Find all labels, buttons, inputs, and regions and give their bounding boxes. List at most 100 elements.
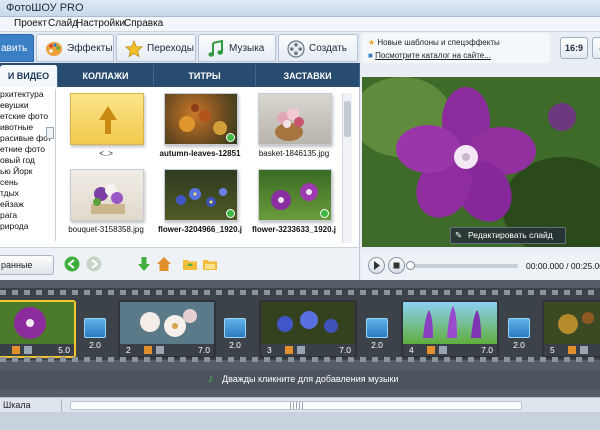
tab-add-label: авить [1, 43, 28, 54]
tab-music[interactable]: Музыка [198, 34, 276, 62]
file-item-up[interactable]: <..> [60, 91, 152, 167]
slide-thumbnail [261, 302, 355, 344]
folder-item[interactable]: рирода [0, 221, 55, 232]
slide-thumbnail [120, 302, 214, 344]
pencil-icon: ✎ [455, 230, 463, 240]
news-text: Новые шаблоны и спецэффекты [377, 38, 500, 47]
slide-thumbnail [0, 302, 74, 344]
folder-item[interactable]: ью Йорк [0, 166, 55, 177]
tab-intros[interactable]: ЗАСТАВКИ [256, 65, 360, 87]
transition-item[interactable]: 2.0 [82, 318, 108, 354]
timeline-slide[interactable]: 5.0 [0, 300, 76, 358]
title-bar: ФотоШОУ PRO [0, 0, 600, 17]
slide-number: 5 [550, 345, 555, 355]
transition-item[interactable]: 2.0 [222, 318, 248, 354]
catalog-link[interactable]: Посмотрите каталог на сайте... [375, 51, 491, 60]
sound-icon[interactable] [439, 346, 447, 354]
slide-preview: ✎ Редактировать слайд [362, 77, 600, 247]
transition-item[interactable]: 2.0 [364, 318, 390, 354]
timeline: 5.0 2.0 2 7.0 2.0 3 7.0 2.0 4 7.0 2.0 5 … [0, 280, 600, 397]
checkmark-icon [226, 133, 235, 142]
edit-pencil-icon[interactable] [285, 346, 293, 354]
menu-help[interactable]: Справка [124, 18, 163, 29]
scrollbar-thumb[interactable] [344, 101, 351, 137]
file-name: <..> [99, 149, 113, 158]
edit-pencil-icon[interactable] [427, 346, 435, 354]
folder-item[interactable]: етские фото [0, 111, 55, 122]
home-icon[interactable] [156, 256, 172, 272]
timeline-scrollbar[interactable] [70, 401, 522, 410]
sound-icon[interactable] [156, 346, 164, 354]
folder-item[interactable]: рхитектура [0, 89, 55, 100]
folder-item[interactable]: ейзаж [0, 199, 55, 210]
tab-titles[interactable]: ТИТРЫ [154, 65, 256, 87]
timeline-slide[interactable]: 3 7.0 [259, 300, 357, 358]
file-item[interactable]: basket-1846135.jpg [248, 91, 340, 167]
bottom-bar: Шкала времени [0, 397, 600, 423]
menu-project[interactable]: Проект [14, 18, 47, 29]
edit-slide-button[interactable]: ✎ Редактировать слайд [450, 227, 566, 244]
forward-arrow-icon[interactable] [86, 256, 102, 272]
tree-scrollbar[interactable] [46, 127, 54, 139]
edit-pencil-icon[interactable] [568, 346, 576, 354]
file-item[interactable]: flower-3233633_1920.j [248, 167, 340, 243]
open-folder-icon[interactable] [202, 256, 218, 272]
folder-item[interactable]: евушки [0, 100, 55, 111]
transition-duration: 2.0 [89, 340, 101, 350]
favorites-button[interactable]: ранные папки [0, 255, 54, 288]
edit-pencil-icon[interactable] [144, 346, 152, 354]
folder-item[interactable]: овый год [0, 155, 55, 166]
music-track[interactable]: ♪ Дважды кликните для добавления музыки [0, 370, 600, 390]
folder-item[interactable]: сень [0, 177, 55, 188]
transition-item[interactable]: 2.0 [506, 318, 532, 354]
back-arrow-icon[interactable] [64, 256, 80, 272]
tab-photo-video[interactable]: И ВИДЕО [0, 65, 58, 87]
tab-create[interactable]: Создать [278, 34, 358, 62]
sound-icon[interactable] [297, 346, 305, 354]
aspect-4-3-button[interactable]: 4:3 [592, 37, 600, 59]
menu-slide[interactable]: Слайд [48, 18, 78, 29]
down-arrow-icon[interactable] [136, 256, 152, 272]
browser-toolbar: ранные папки [0, 247, 360, 288]
slide-info-bar: 5 [544, 344, 600, 356]
tab-effects[interactable]: Эффекты [36, 34, 114, 62]
edit-pencil-icon[interactable] [12, 346, 20, 354]
palette-icon [46, 42, 62, 56]
preview-image [362, 77, 600, 247]
folder-up-icon[interactable] [182, 256, 198, 272]
folder-item[interactable]: етние фото [0, 144, 55, 155]
folder-item[interactable]: тдых [0, 188, 55, 199]
tab-transitions-label: Переходы [147, 43, 194, 54]
sound-icon[interactable] [580, 346, 588, 354]
seek-bar[interactable] [408, 264, 518, 268]
slide-number: 4 [409, 345, 414, 355]
tab-add[interactable]: авить [0, 34, 34, 62]
tab-transitions[interactable]: Переходы [116, 34, 196, 62]
seek-handle[interactable] [406, 261, 415, 270]
file-item[interactable]: autumn-leaves-12851 [154, 91, 246, 167]
time-readout: 00:00.000 / 00:25.000 [526, 261, 600, 271]
menu-settings[interactable]: Настройки [76, 18, 125, 29]
folder-item[interactable]: рага [0, 210, 55, 221]
timeline-slide[interactable]: 4 7.0 [401, 300, 499, 358]
file-item[interactable]: bouquet-3158358.jpg [60, 167, 152, 243]
sound-icon[interactable] [24, 346, 32, 354]
aspect-16-9-button[interactable]: 16:9 [560, 37, 588, 59]
timeline-slide[interactable]: 2 7.0 [118, 300, 216, 358]
tab-create-label: Создать [309, 43, 348, 54]
file-name: flower-3204966_1920.j [157, 225, 243, 234]
checkmark-icon [320, 209, 329, 218]
transition-duration: 2.0 [371, 340, 383, 350]
star-icon [125, 40, 143, 58]
timeline-scale-toggle[interactable]: Шкала времени [0, 399, 62, 423]
news-panel: ★ Новые шаблоны и спецэффекты ■ Посмотри… [362, 33, 550, 63]
tab-collages[interactable]: КОЛЛАЖИ [58, 65, 154, 87]
stop-button[interactable] [388, 257, 405, 274]
file-item[interactable]: flower-3204966_1920.j [154, 167, 246, 243]
file-grid-scrollbar[interactable] [342, 93, 352, 243]
scrollbar-grip[interactable] [290, 402, 304, 409]
news-line: ★ Новые шаблоны и спецэффекты [368, 38, 500, 47]
file-name: flower-3233633_1920.j [251, 225, 337, 234]
timeline-slide[interactable]: 5 [542, 300, 600, 358]
play-button[interactable] [368, 257, 385, 274]
